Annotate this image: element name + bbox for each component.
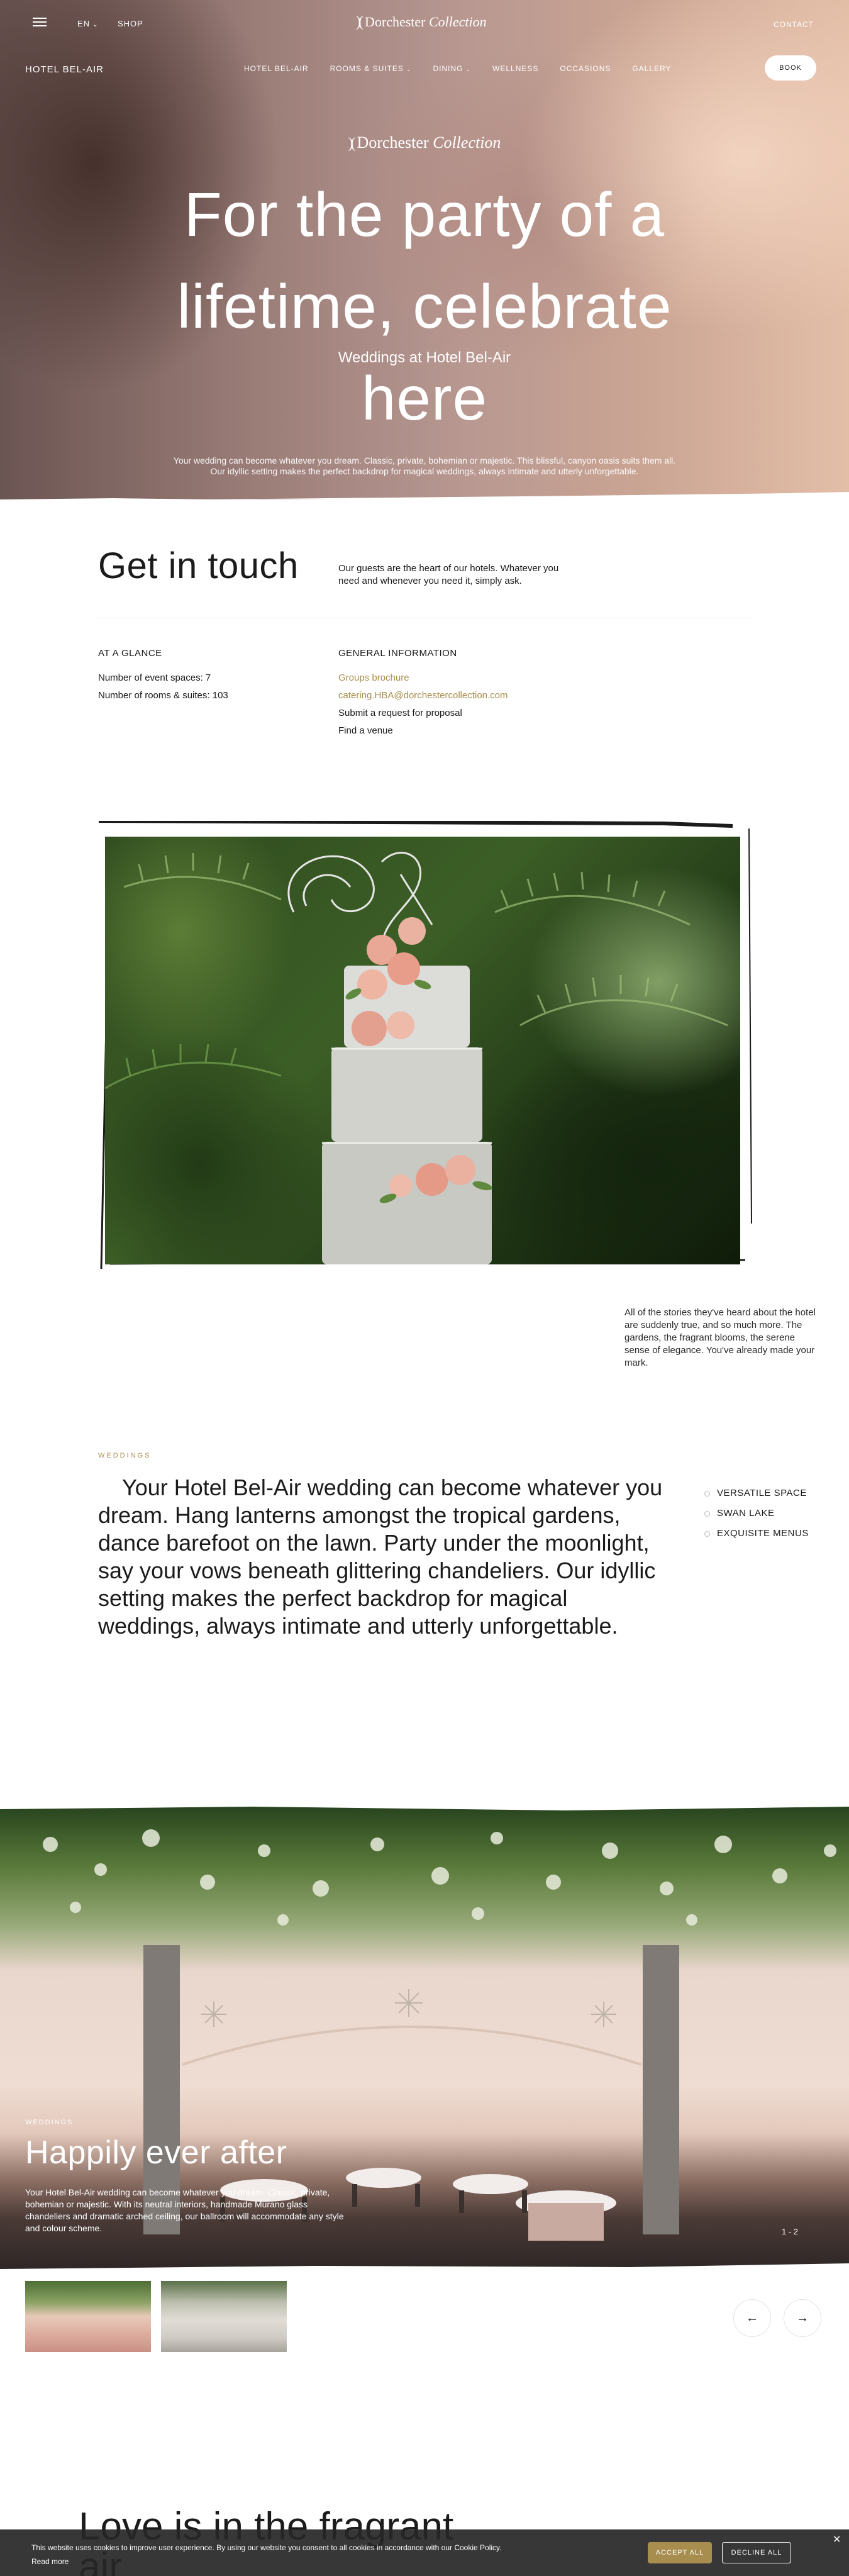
at-a-glance-heading: AT A GLANCE [98, 648, 162, 659]
ballroom-description: Your Hotel Bel-Air wedding can become wh… [25, 2187, 344, 2233]
dorchester-logo-icon: )( [348, 135, 356, 152]
hero-description: Your wedding can become whatever you dre… [173, 455, 676, 476]
gallery-thumbnail-1[interactable] [25, 2281, 151, 2352]
cookie-read-more-link[interactable]: Read more [31, 2557, 69, 2566]
chevron-down-icon: ⌄ [92, 21, 99, 28]
weddings-feature-list: VERSATILE SPACE SWAN LAKE EXQUISITE MENU… [704, 1483, 809, 1544]
catering-email-link[interactable]: catering.HBA@dorchestercollection.com [338, 687, 508, 705]
nav-item-occasions[interactable]: OCCASIONS [560, 64, 611, 73]
chevron-down-icon: ⌄ [406, 66, 412, 72]
decline-all-button[interactable]: DECLINE ALL [722, 2542, 791, 2563]
nav-item-label: GALLERY [632, 64, 672, 73]
wedding-cake-image [105, 837, 740, 1264]
glance-item-rooms: Number of rooms & suites: 103 [98, 690, 228, 701]
glance-item-event-spaces: Number of event spaces: 7 [98, 672, 211, 683]
brand-logo[interactable]: )(Dorchester Collection [356, 14, 487, 31]
wedding-cake-illustration [105, 852, 728, 1264]
chevron-down-icon: ⌄ [465, 66, 472, 72]
weddings-intro-text: Your Hotel Bel-Air wedding can become wh… [98, 1475, 663, 1639]
feature-exquisite-menus[interactable]: EXQUISITE MENUS [704, 1524, 809, 1544]
torn-edge-divider [0, 492, 849, 503]
nav-item-gallery[interactable]: GALLERY [632, 64, 671, 73]
nav-item-label: WELLNESS [492, 64, 539, 73]
accept-all-button[interactable]: ACCEPT ALL [648, 2542, 712, 2563]
nav-item-hotel-bel-air[interactable]: HOTEL BEL-AIR [244, 64, 309, 73]
wedding-cake-image-frame [97, 821, 753, 1269]
main-nav: HOTEL BEL-AIR HOTEL BEL-AIR ROOMS & SUIT… [0, 55, 849, 83]
shop-link[interactable]: SHOP [118, 19, 143, 28]
brand-name: Dorchester [364, 14, 426, 30]
find-venue-link[interactable]: Find a venue [338, 722, 508, 740]
hero-title: For the party of a lifetime, celebrate he… [110, 169, 739, 444]
carousel-prev-button[interactable]: ← [733, 2299, 771, 2337]
dorchester-logo-icon: )( [356, 14, 363, 30]
feature-swan-lake[interactable]: SWAN LAKE [704, 1503, 809, 1524]
cake-caption: All of the stories they've heard about t… [624, 1307, 816, 1368]
language-selector[interactable]: EN ⌄ [77, 19, 98, 28]
general-information-list: Groups brochure catering.HBA@dorchesterc… [338, 669, 508, 740]
nav-item-label: HOTEL BEL-AIR [244, 64, 309, 73]
feature-versatile-space[interactable]: VERSATILE SPACE [704, 1483, 809, 1503]
nav-item-wellness[interactable]: WELLNESS [492, 64, 538, 73]
arrow-left-icon: ← [746, 2311, 758, 2325]
at-a-glance-list: Number of event spaces: 7 Number of room… [98, 669, 228, 705]
top-bar: EN ⌄ SHOP )(Dorchester Collection CONTACT [0, 0, 849, 45]
cookie-banner: This website uses cookies to improve use… [0, 2529, 849, 2576]
nav-item-label: OCCASIONS [560, 64, 611, 73]
slide-counter: 1 - 2 [782, 2227, 799, 2236]
carousel-next-button[interactable]: → [784, 2299, 821, 2337]
hero-brand-name: Dorchester [357, 133, 429, 152]
nav-item-label: DINING [433, 64, 463, 73]
language-label: EN [77, 19, 91, 28]
close-icon[interactable]: ✕ [833, 2533, 841, 2546]
get-in-touch-title: Get in touch [98, 545, 299, 586]
ballroom-eyebrow: WEDDINGS [25, 2119, 74, 2126]
book-button[interactable]: BOOK [765, 55, 816, 81]
gallery-thumbnail-2[interactable] [161, 2281, 287, 2352]
request-proposal-link[interactable]: Submit a request for proposal [338, 705, 508, 722]
hotel-name[interactable]: HOTEL BEL-AIR [25, 64, 104, 75]
arrow-right-icon: → [796, 2311, 809, 2325]
hero-brand-logo: )(Dorchester Collection [333, 133, 516, 152]
groups-brochure-link[interactable]: Groups brochure [338, 669, 508, 687]
hero-subtitle: Weddings at Hotel Bel-Air [338, 349, 511, 366]
nav-item-rooms-suites[interactable]: ROOMS & SUITES ⌄ [330, 64, 412, 73]
weddings-eyebrow: WEDDINGS [98, 1452, 152, 1459]
hero-title-line1: For the party of a [184, 180, 665, 249]
get-in-touch-description: Our guests are the heart of our hotels. … [338, 563, 559, 586]
nav-item-label: ROOMS & SUITES [330, 64, 404, 73]
cookie-text: This website uses cookies to improve use… [31, 2543, 502, 2552]
general-information-heading: GENERAL INFORMATION [338, 648, 457, 659]
nav-item-dining[interactable]: DINING ⌄ [433, 64, 471, 73]
hero-section: EN ⌄ SHOP )(Dorchester Collection CONTACT… [0, 0, 849, 503]
nav-items: HOTEL BEL-AIR ROOMS & SUITES ⌄ DINING ⌄ WE… [244, 64, 693, 73]
hero-brand-name-italic: Collection [433, 133, 501, 152]
brand-name-italic: Collection [429, 14, 487, 30]
hamburger-menu-icon[interactable] [33, 18, 47, 26]
ballroom-title: Happily ever after [25, 2134, 287, 2171]
contact-link[interactable]: CONTACT [774, 20, 814, 29]
